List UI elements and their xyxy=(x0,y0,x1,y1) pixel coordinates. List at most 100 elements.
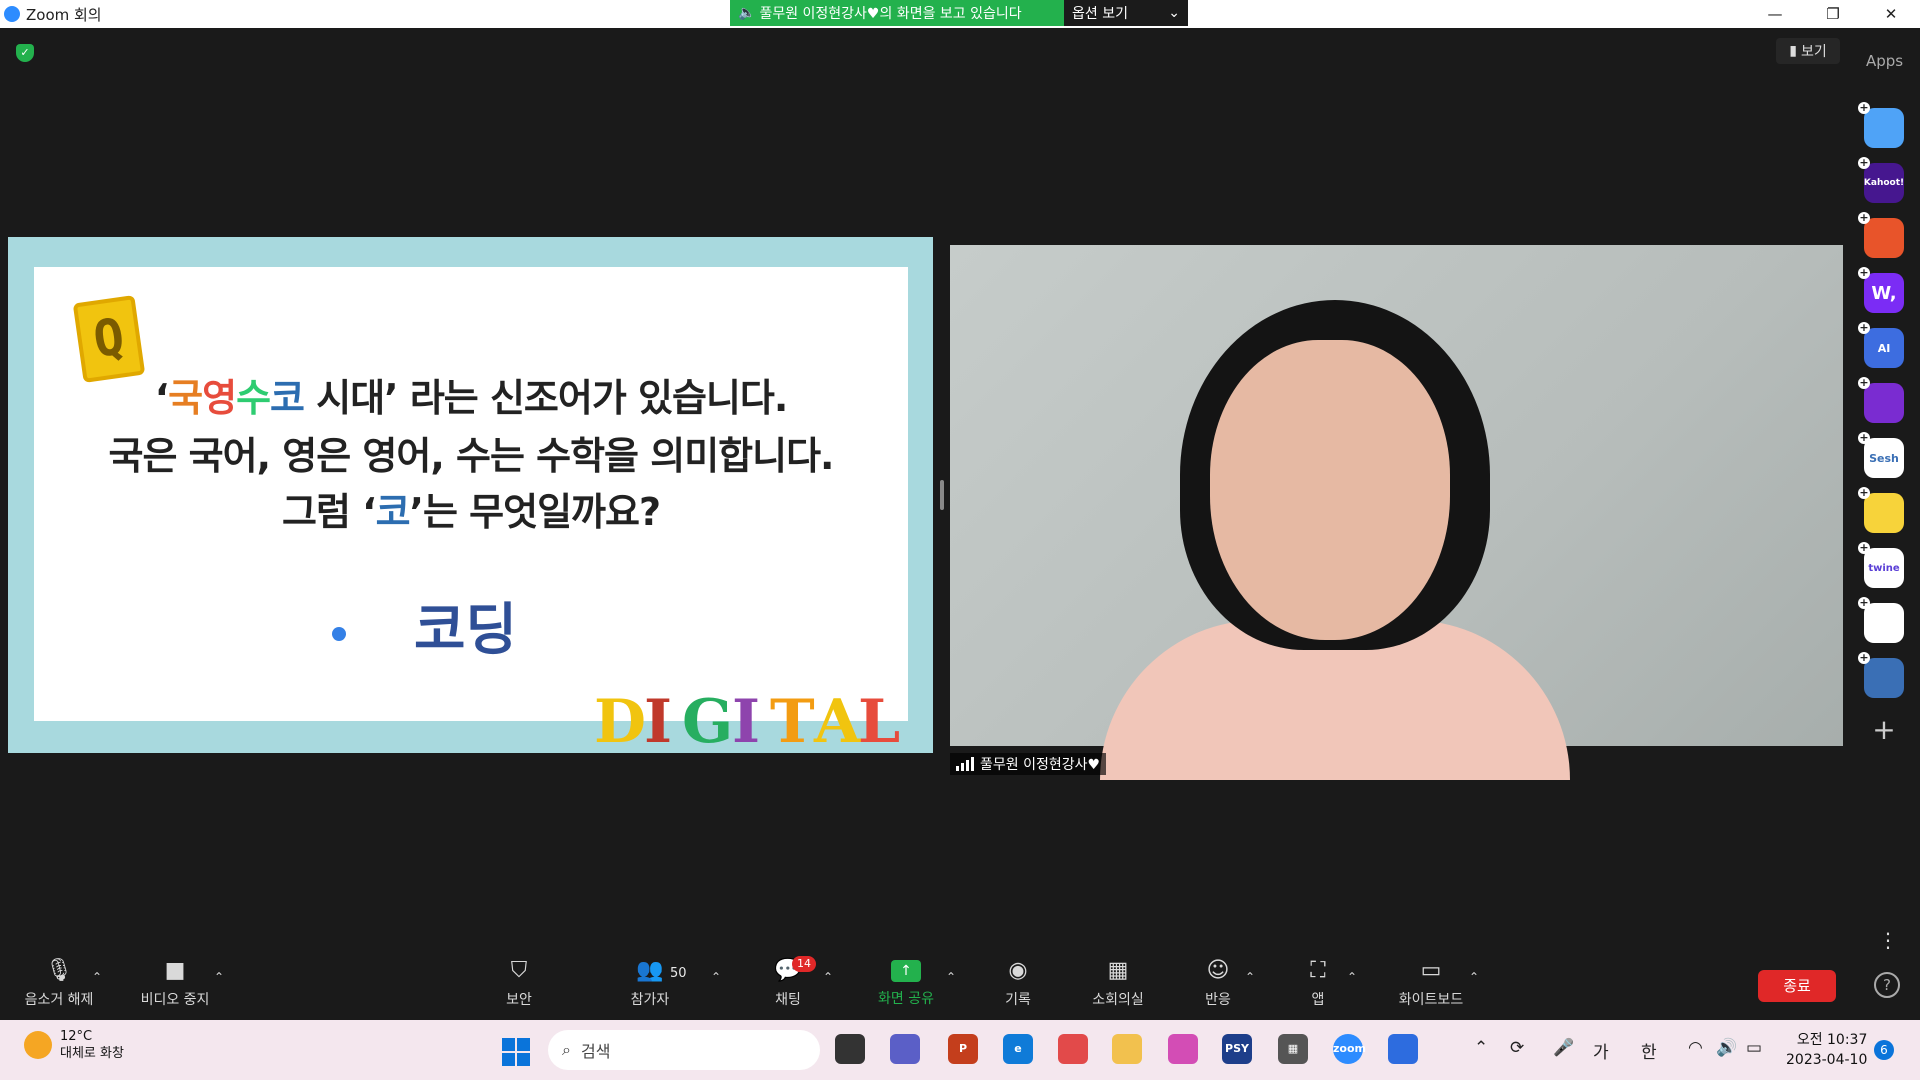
restore-icon[interactable]: ❐ xyxy=(1804,0,1862,28)
share-message-text: 풀무원 이정현강사♥의 화면을 보고 있습니다 xyxy=(759,6,1022,22)
emoji-app-icon[interactable]: + xyxy=(1858,487,1904,533)
end-meeting-button[interactable]: 종료 xyxy=(1758,970,1836,1002)
add-app-icon[interactable]: + xyxy=(1864,713,1904,746)
apps-button[interactable]: ⛶ 앱 xyxy=(1288,952,1348,1016)
slide-line-2: 국은 국어, 영은 영어, 수는 수학을 의미합니다. xyxy=(108,434,835,478)
view-options-button[interactable]: 옵션 보기 ⌄ xyxy=(1064,0,1188,26)
whiteboard-chevron-icon[interactable]: ⌃ xyxy=(1469,970,1479,984)
audio-options-chevron-icon[interactable]: ⌃ xyxy=(92,970,102,984)
apps-panel-title: Apps xyxy=(1866,52,1904,70)
system-clock[interactable]: 오전 10:37 2023-04-10 xyxy=(1786,1030,1867,1070)
record-icon: ◉ xyxy=(1008,958,1028,983)
breakout-grid-icon: ▦ xyxy=(1107,958,1129,983)
app10-icon[interactable]: + xyxy=(1858,597,1904,643)
ime-mode-b[interactable]: 한 xyxy=(1641,1038,1657,1063)
stop-video-label: 비디오 중지 xyxy=(140,992,210,1008)
security-center-icon[interactable] xyxy=(1388,1034,1418,1064)
snipping-tool-icon[interactable] xyxy=(1168,1034,1198,1064)
search-icon: ⌕ xyxy=(562,1040,571,1059)
share-chevron-icon[interactable]: ⌃ xyxy=(946,970,956,984)
minimize-icon[interactable]: — xyxy=(1746,0,1804,28)
line1-rest: 시대’ 라는 신조어가 있습니다. xyxy=(304,376,788,420)
notification-badge[interactable]: 6 xyxy=(1874,1040,1894,1060)
app3-icon[interactable]: + xyxy=(1858,212,1904,258)
more-options-icon[interactable]: ⋮ xyxy=(1878,928,1898,952)
task-view-icon[interactable] xyxy=(835,1034,865,1064)
battery-icon[interactable]: ▭ xyxy=(1746,1038,1762,1058)
powerpoint-icon[interactable]: P xyxy=(948,1034,978,1064)
weather-text: 12°C 대체로 화창 xyxy=(60,1028,124,1062)
view-layout-icon: ▮ xyxy=(1789,43,1797,59)
sync-app-icon[interactable]: + xyxy=(1858,652,1904,698)
zoom-taskbar-icon[interactable]: zoom xyxy=(1333,1034,1366,1064)
line1-char-3: 수 xyxy=(236,376,271,420)
sesh-app-icon[interactable]: + Sesh xyxy=(1858,432,1904,478)
line3-part-b: 코 xyxy=(375,490,411,534)
microphone-icon[interactable]: 🎤 xyxy=(1553,1038,1574,1058)
weather-widget[interactable]: 12°C 대체로 화창 xyxy=(24,1028,124,1062)
ime-mode-a[interactable]: 가 xyxy=(1593,1038,1609,1063)
share-message: 🔈 풀무원 이정현강사♥의 화면을 보고 있습니다 xyxy=(730,0,1064,26)
taskbar-search[interactable]: ⌕ 검색 xyxy=(548,1030,820,1070)
psy-app-icon[interactable]: PSY xyxy=(1222,1034,1252,1064)
unmute-button[interactable]: 🎙 음소거 해제 xyxy=(14,952,104,1016)
slide-line-1: ‘국영수코 시대’ 라는 신조어가 있습니다. xyxy=(34,367,908,422)
encryption-shield-icon[interactable]: ✓ xyxy=(16,44,34,62)
wifi-icon[interactable]: ◠ xyxy=(1688,1038,1703,1058)
pdf-app-icon[interactable] xyxy=(1058,1034,1088,1064)
slide-line-3: 그럼 ‘코’는 무엇일까요? xyxy=(34,481,908,536)
file-explorer-icon[interactable] xyxy=(1112,1034,1142,1064)
share-screen-button[interactable]: ↑ 화면 공유 xyxy=(866,952,946,1016)
kahoot-app-icon[interactable]: + Kahoot! xyxy=(1858,157,1904,203)
chat-chevron-icon[interactable]: ⌃ xyxy=(823,970,833,984)
breakout-rooms-button[interactable]: ▦ 소회의실 xyxy=(1082,952,1154,1016)
whiteboard-label: 화이트보드 xyxy=(1398,992,1464,1008)
show-hidden-icons-icon[interactable]: ⌃ xyxy=(1474,1038,1488,1058)
reactions-chevron-icon[interactable]: ⌃ xyxy=(1245,970,1255,984)
participants-chevron-icon[interactable]: ⌃ xyxy=(711,970,721,984)
line3-part-c: ’는 무엇일까요? xyxy=(409,490,661,534)
weather-sun-icon xyxy=(24,1031,52,1059)
window-title: Zoom 회의 xyxy=(26,5,102,24)
twine-app-icon[interactable]: + twine xyxy=(1858,542,1904,588)
signal-strength-icon xyxy=(956,757,974,771)
close-icon[interactable]: ✕ xyxy=(1862,0,1920,28)
view-options-label: 옵션 보기 xyxy=(1072,6,1128,22)
teams-chat-icon[interactable] xyxy=(890,1034,920,1064)
record-button[interactable]: ◉ 기록 xyxy=(988,952,1048,1016)
apps-sidebar: + + Kahoot! + + W, + AI + + Sesh + + twine + … xyxy=(1858,102,1908,746)
line1-open: ‘ xyxy=(154,376,169,420)
line1-char-1: 국 xyxy=(168,376,203,420)
volume-icon[interactable]: 🔊 xyxy=(1716,1038,1737,1058)
participants-button[interactable]: 👥 참가자 xyxy=(620,952,680,1016)
digital-letter: L xyxy=(858,687,901,757)
participants-label: 참가자 xyxy=(630,992,670,1008)
apps-chevron-icon[interactable]: ⌃ xyxy=(1347,970,1357,984)
whiteboard-button[interactable]: ▭ 화이트보드 xyxy=(1386,952,1476,1016)
reactions-button[interactable]: ☺ 반응 xyxy=(1188,952,1248,1016)
split-resize-handle[interactable] xyxy=(940,480,944,510)
stop-video-button[interactable]: ■ 비디오 중지 xyxy=(130,952,220,1016)
muted-mic-icon: 🎙 xyxy=(45,958,73,983)
digital-letter: G xyxy=(682,687,734,757)
speaker-icon: 🔈 xyxy=(738,5,756,21)
ai-app-icon[interactable]: + AI xyxy=(1858,322,1904,368)
view-button[interactable]: ▮ 보기 xyxy=(1776,38,1840,64)
video-options-chevron-icon[interactable]: ⌃ xyxy=(214,970,224,984)
edge-browser-icon[interactable]: e xyxy=(1003,1034,1033,1064)
calculator-icon[interactable]: ▦ xyxy=(1278,1034,1308,1064)
os-taskbar: 12°C 대체로 화창 ⌕ 검색 P e PSY ▦ zoom ⌃ ⟳ 🎤 가 … xyxy=(0,1020,1920,1080)
weather-desc: 대체로 화창 xyxy=(60,1046,124,1061)
app6-icon[interactable]: + xyxy=(1858,377,1904,423)
participant-name-tag: 풀무원 이정현강사♥ xyxy=(950,753,1107,775)
screen-share-banner: 🔈 풀무원 이정현강사♥의 화면을 보고 있습니다 옵션 보기 ⌄ xyxy=(730,0,1188,26)
flip-app-icon[interactable]: + xyxy=(1858,102,1904,148)
apps-icon: ⛶ xyxy=(1310,958,1326,983)
clock-date: 2023-04-10 xyxy=(1786,1052,1868,1068)
wooclap-app-icon[interactable]: + W, xyxy=(1858,267,1904,313)
line3-part-a: 그럼 ‘ xyxy=(281,490,377,534)
help-icon[interactable]: ? xyxy=(1874,972,1900,998)
security-button[interactable]: ⛉ 보안 xyxy=(489,952,549,1016)
sync-icon[interactable]: ⟳ xyxy=(1510,1038,1524,1058)
windows-start-icon[interactable] xyxy=(502,1038,530,1066)
